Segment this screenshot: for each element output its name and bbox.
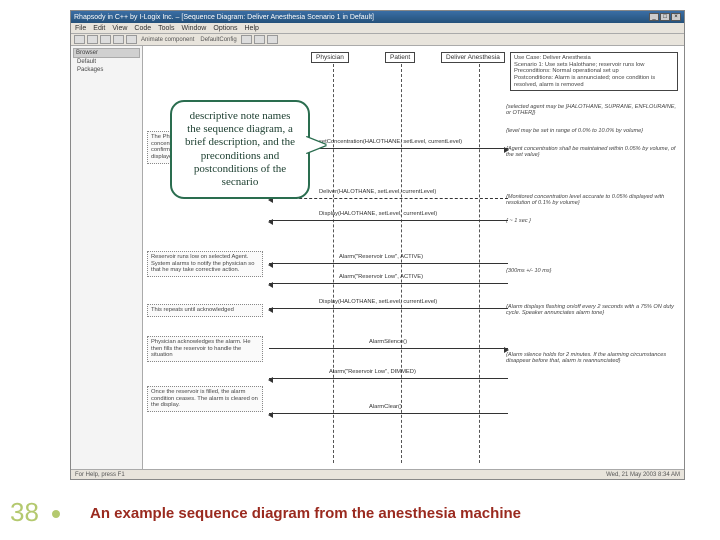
window-controls: _ □ × [649,13,681,21]
usecase-line: Preconditions: Normal operational set up [514,68,674,75]
toolbar-button[interactable] [113,35,124,44]
browser-item[interactable]: Default [73,58,140,66]
status-right: Wed, 21 May 2003 8:34 AM [606,472,680,478]
lifeline-deliver[interactable]: Deliver Anesthesia [441,52,505,63]
toolbar-button[interactable] [254,35,265,44]
window-title: Rhapsody in C++ by I-Logix Inc. – [Seque… [74,14,374,21]
status-bar: For Help, press F1 Wed, 21 May 2003 8:34… [71,469,684,479]
left-annotation: Reservoir runs low on selected Agent. Sy… [147,251,263,277]
message-arrow: Alarm("Reservoir Low", DIMMED) [269,376,508,386]
right-annotation: { ~ 1 sec } [506,218,678,224]
toolbar-button[interactable] [126,35,137,44]
usecase-line: Use Case: Deliver Anesthesia [514,55,674,62]
right-annotation: {Alarm displays flashing on/off every 2 … [506,304,678,317]
message-arrow: AlarmSilence() [269,346,508,356]
menu-code[interactable]: Code [134,25,151,32]
message-arrow: Alarm("Reservoir Low", ACTIVE) [269,261,508,271]
menu-bar: File Edit View Code Tools Window Options… [71,23,684,34]
slide-number: 38 [10,497,39,528]
message-label: Display(HALOTHANE, setLevel, currentLeve… [319,211,437,217]
right-annotation: {Agent concentration shall be maintained… [506,146,678,159]
window-titlebar: Rhapsody in C++ by I-Logix Inc. – [Seque… [71,11,684,23]
ide-screenshot: Rhapsody in C++ by I-Logix Inc. – [Seque… [70,10,685,480]
message-label: Display(HALOTHANE, setLevel, currentLeve… [319,299,437,305]
toolbar-button[interactable] [74,35,85,44]
browser-item[interactable]: Packages [73,66,140,74]
right-annotation: {300ms +/- 10 ms} [506,268,678,274]
maximize-icon[interactable]: □ [660,13,670,21]
close-icon[interactable]: × [671,13,681,21]
menu-tools[interactable]: Tools [158,25,174,32]
message-arrow: Display(HALOTHANE, setLevel, currentLeve… [269,306,508,316]
workspace: Browser Default Packages Physician Patie… [71,46,684,469]
left-annotation: Once the reservoir is filled, the alarm … [147,386,263,412]
right-annotation: {selected agent may be [HALOTHANE, SUPRA… [506,104,678,117]
toolbar: Animate component DefaultConfig [71,34,684,46]
menu-view[interactable]: View [112,25,127,32]
callout-bubble: descriptive note names the sequence diag… [170,100,310,199]
left-annotation: Physician acknowledges the alarm. He the… [147,336,263,362]
menu-options[interactable]: Options [213,25,237,32]
toolbar-button[interactable] [241,35,252,44]
message-label: Alarm("Reservoir Low", DIMMED) [329,369,416,375]
message-label: Deliver(HALOTHANE, setLevel, currentLeve… [319,189,436,195]
toolbar-button[interactable] [267,35,278,44]
right-annotation: {level may be set in range of 0.0% to 10… [506,128,678,134]
toolbar-combo[interactable]: DefaultConfig [198,37,238,43]
slide-bullet-icon [52,510,60,518]
menu-window[interactable]: Window [181,25,206,32]
message-label: Alarm("Reservoir Low", ACTIVE) [339,274,423,280]
right-annotation: {Alarm silence holds for 2 minutes. If t… [506,352,678,365]
menu-file[interactable]: File [75,25,86,32]
usecase-line: Scenario 1: Use sets Halothane; reservoi… [514,62,674,69]
usecase-note: Use Case: Deliver Anesthesia Scenario 1:… [510,52,678,91]
message-label: setConcentration(HALOTHANE, setLevel, cu… [319,139,462,145]
message-label: Alarm("Reservoir Low", ACTIVE) [339,254,423,260]
left-annotation: This repeats until acknowledged [147,304,263,317]
slide-caption: An example sequence diagram from the ane… [90,505,521,522]
callout-text: descriptive note names the sequence diag… [185,110,295,188]
project-browser: Browser Default Packages [71,46,143,469]
status-left: For Help, press F1 [75,472,125,478]
message-arrow: AlarmClear() [269,411,508,421]
message-label: AlarmSilence() [369,339,407,345]
lifeline-physician[interactable]: Physician [311,52,349,63]
lifeline-patient[interactable]: Patient [385,52,415,63]
usecase-line: Postconditions: Alarm is annunciated; on… [514,75,674,88]
message-arrow: Alarm("Reservoir Low", ACTIVE) [269,281,508,291]
message-label: AlarmClear() [369,404,402,410]
toolbar-button[interactable] [100,35,111,44]
right-annotation: {Monitored concentration level accurate … [506,194,678,207]
toolbar-button[interactable] [87,35,98,44]
message-arrow: Deliver(HALOTHANE, setLevel, currentLeve… [269,196,508,206]
minimize-icon[interactable]: _ [649,13,659,21]
toolbar-combo[interactable]: Animate component [139,37,196,43]
message-arrow: Display(HALOTHANE, setLevel, currentLeve… [269,218,508,228]
menu-help[interactable]: Help [245,25,259,32]
browser-header: Browser [73,48,140,58]
menu-edit[interactable]: Edit [93,25,105,32]
